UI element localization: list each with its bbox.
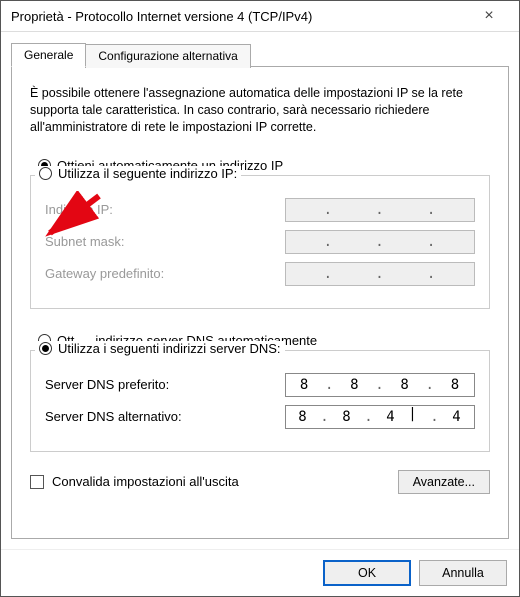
- validate-checkbox[interactable]: Convalida impostazioni all'uscita: [30, 474, 239, 489]
- body: Generale Configurazione alternativa È po…: [1, 32, 519, 549]
- gateway-row: Gateway predefinito: ...: [45, 262, 475, 286]
- subnet-label: Subnet mask:: [45, 234, 125, 249]
- dns-manual-fieldset: Utilizza i seguenti indirizzi server DNS…: [30, 350, 490, 452]
- radio-ip-manual-label: Utilizza il seguente indirizzo IP:: [58, 166, 237, 181]
- tabpanel-general: È possibile ottenere l'assegnazione auto…: [11, 66, 509, 539]
- titlebar: Proprietà - Protocollo Internet versione…: [1, 1, 519, 32]
- subnet-row: Subnet mask: ...: [45, 230, 475, 254]
- ip-address-label: Indirizzo IP:: [45, 202, 113, 217]
- ip-address-input: ...: [285, 198, 475, 222]
- checkbox-icon: [30, 475, 44, 489]
- gateway-input: ...: [285, 262, 475, 286]
- dns-preferred-row: Server DNS preferito: 8. 8. 8. 8: [45, 373, 475, 397]
- close-icon[interactable]: ×: [469, 7, 509, 25]
- window-title: Proprietà - Protocollo Internet versione…: [11, 9, 312, 24]
- gateway-label: Gateway predefinito:: [45, 266, 164, 281]
- tabset: Generale Configurazione alternativa: [11, 42, 509, 66]
- subnet-input: ...: [285, 230, 475, 254]
- tab-general[interactable]: Generale: [11, 43, 86, 67]
- advanced-button[interactable]: Avanzate...: [398, 470, 490, 494]
- description-text: È possibile ottenere l'assegnazione auto…: [30, 85, 490, 136]
- radio-icon: [39, 167, 52, 180]
- tab-alternate-config[interactable]: Configurazione alternativa: [85, 44, 250, 68]
- validate-label: Convalida impostazioni all'uscita: [52, 474, 239, 489]
- radio-icon: [39, 342, 52, 355]
- bottom-row: Convalida impostazioni all'uscita Avanza…: [30, 470, 490, 494]
- dns-preferred-input[interactable]: 8. 8. 8. 8: [285, 373, 475, 397]
- dns-alternate-label: Server DNS alternativo:: [45, 409, 182, 424]
- cancel-button[interactable]: Annulla: [419, 560, 507, 586]
- ok-button[interactable]: OK: [323, 560, 411, 586]
- dialog-window: Proprietà - Protocollo Internet versione…: [0, 0, 520, 597]
- radio-dns-manual-label: Utilizza i seguenti indirizzi server DNS…: [58, 341, 281, 356]
- radio-dns-manual[interactable]: Utilizza i seguenti indirizzi server DNS…: [35, 341, 285, 356]
- dns-alternate-input[interactable]: 8. 8. 4|. 4: [285, 405, 475, 429]
- radio-ip-manual[interactable]: Utilizza il seguente indirizzo IP:: [35, 166, 241, 181]
- dns-alternate-row: Server DNS alternativo: 8. 8. 4|. 4: [45, 405, 475, 429]
- ip-manual-fieldset: Utilizza il seguente indirizzo IP: Indir…: [30, 175, 490, 309]
- dns-preferred-label: Server DNS preferito:: [45, 377, 169, 392]
- footer: OK Annulla: [1, 549, 519, 596]
- ip-address-row: Indirizzo IP: ...: [45, 198, 475, 222]
